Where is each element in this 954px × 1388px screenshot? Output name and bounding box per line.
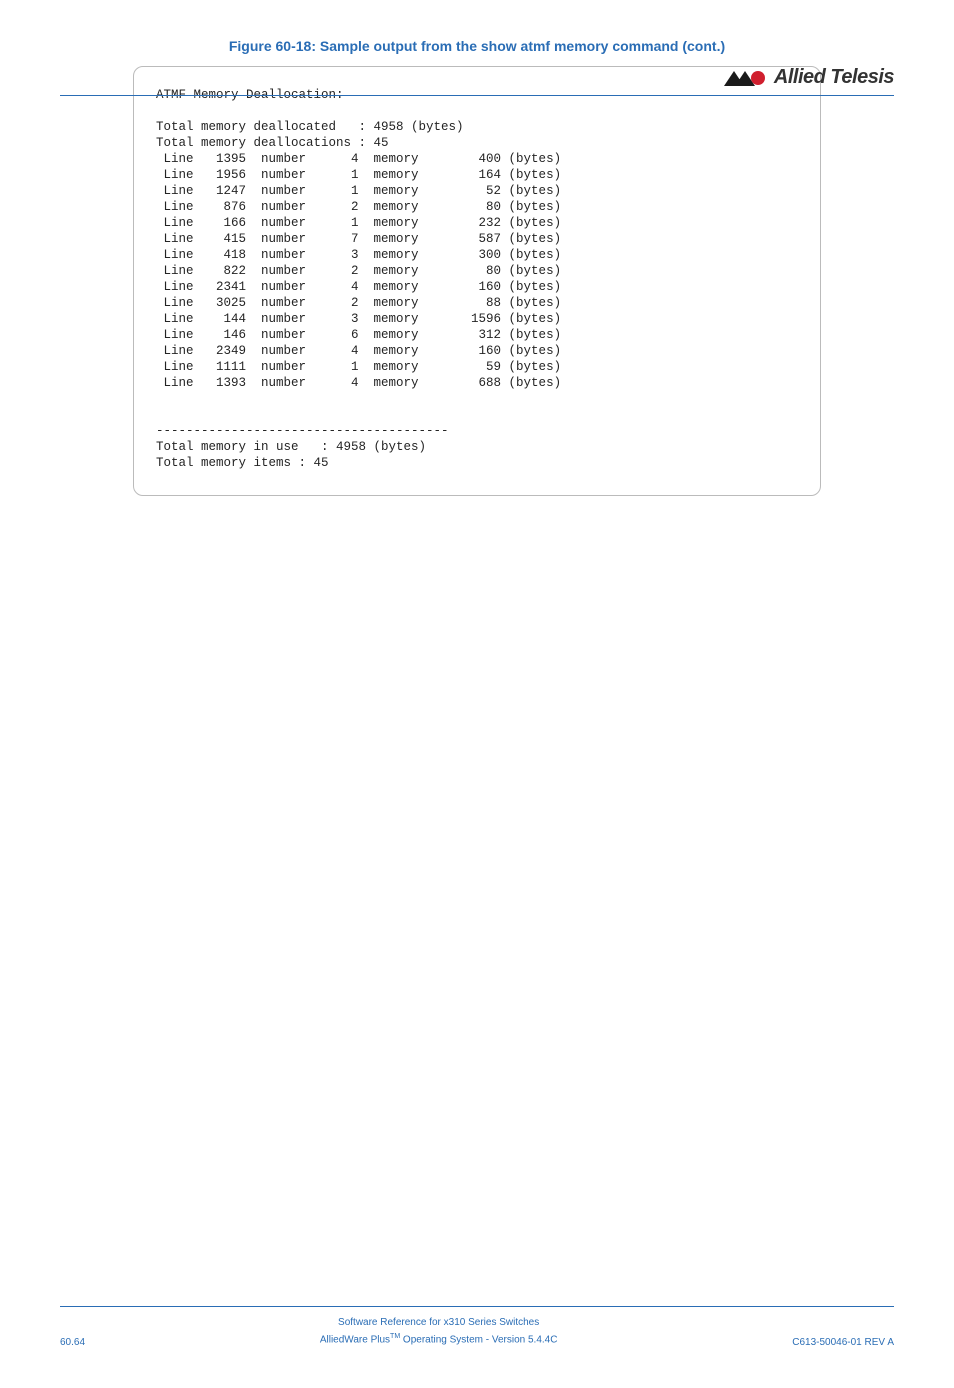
code-output-box: ATMF Memory Deallocation: Total memory d… (133, 66, 821, 496)
footer-os-line: AlliedWare PlusTM Operating System - Ver… (320, 1331, 558, 1348)
header-divider (60, 95, 894, 96)
trademark-icon: TM (390, 1333, 400, 1340)
footer-doc-id: C613-50046-01 REV A (792, 1337, 894, 1348)
page-footer: 60.64 Software Reference for x310 Series… (0, 1306, 954, 1348)
footer-page-number: 60.64 (60, 1337, 85, 1348)
brand-name: Allied Telesis (774, 66, 894, 89)
footer-divider (60, 1306, 894, 1307)
footer-center: Software Reference for x310 Series Switc… (320, 1315, 558, 1348)
figure-caption: Figure 60-18: Sample output from the sho… (0, 38, 954, 54)
brand-mark-icon (724, 69, 768, 87)
page-header: Allied Telesis (0, 66, 954, 96)
footer-product-line: Software Reference for x310 Series Switc… (320, 1315, 558, 1331)
brand-logo: Allied Telesis (60, 66, 894, 89)
